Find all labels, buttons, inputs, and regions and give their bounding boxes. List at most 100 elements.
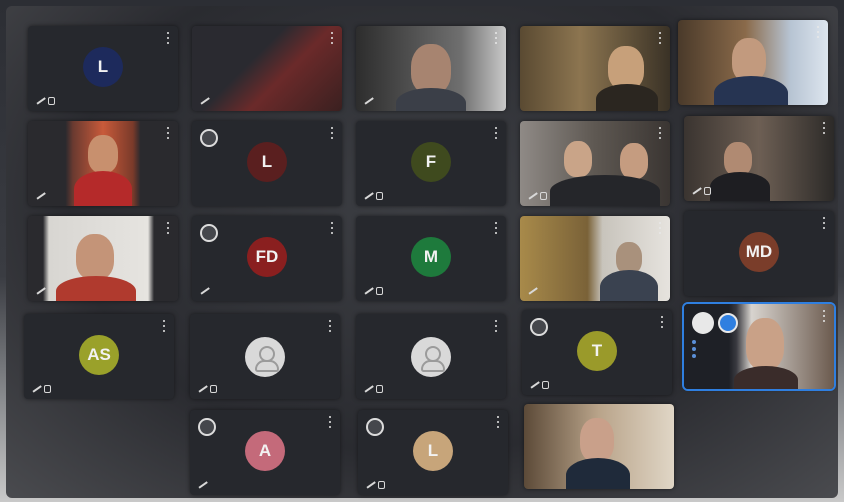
mic-off-icon — [36, 191, 58, 200]
more-vert-icon[interactable] — [658, 222, 662, 234]
participant-video-tile[interactable] — [678, 20, 828, 105]
participant-face — [88, 135, 118, 173]
participant-body — [396, 88, 466, 111]
participant-video-tile[interactable] — [684, 116, 834, 201]
participant-face — [724, 142, 752, 176]
audio-level-icon — [692, 340, 696, 358]
participant-body — [734, 366, 798, 389]
avatar: L — [83, 46, 123, 87]
presenting-icon — [198, 418, 216, 436]
mic-off-icon — [528, 286, 550, 295]
participant-tile[interactable]: A — [190, 410, 340, 495]
participant-face — [620, 143, 648, 179]
mic-off-icon — [200, 286, 222, 295]
avatar: F — [411, 141, 451, 182]
more-vert-icon[interactable] — [330, 32, 334, 44]
participant-body — [550, 175, 660, 206]
mic-off-icon — [528, 191, 550, 200]
participant-tile[interactable]: F — [356, 121, 506, 206]
more-vert-icon[interactable] — [330, 222, 334, 234]
more-vert-icon[interactable] — [166, 127, 170, 139]
mic-off-icon — [364, 191, 386, 200]
meeting-grid: L L F FD M MD AS T A L — [6, 6, 838, 498]
participant-tile[interactable]: T — [522, 310, 672, 395]
mic-off-icon — [530, 380, 552, 389]
more-vert-icon[interactable] — [494, 320, 498, 332]
participant-body — [600, 270, 658, 301]
participant-body — [710, 172, 770, 201]
participant-tile[interactable]: L — [28, 26, 178, 111]
pin-icon[interactable] — [718, 313, 738, 333]
more-vert-icon[interactable] — [494, 127, 498, 139]
mic-off-icon — [364, 384, 386, 393]
participant-tile[interactable] — [356, 314, 506, 399]
more-vert-icon[interactable] — [658, 127, 662, 139]
mic-off-icon — [198, 480, 220, 489]
more-vert-icon[interactable] — [660, 316, 664, 328]
avatar: L — [247, 141, 287, 182]
participant-face — [746, 318, 784, 370]
participant-body — [74, 171, 132, 206]
more-vert-icon[interactable] — [330, 127, 334, 139]
avatar: M — [411, 236, 451, 277]
participant-video-tile[interactable] — [356, 26, 506, 111]
participant-video-tile[interactable] — [28, 121, 178, 206]
more-vert-icon[interactable] — [494, 32, 498, 44]
mic-off-icon — [364, 286, 386, 295]
avatar — [692, 312, 714, 334]
more-vert-icon[interactable] — [166, 222, 170, 234]
person-icon — [245, 336, 285, 377]
more-vert-icon[interactable] — [822, 122, 826, 134]
participant-body — [56, 276, 136, 301]
presenting-icon — [200, 129, 218, 147]
presenting-icon — [366, 418, 384, 436]
mic-off-icon — [36, 96, 58, 105]
participant-face — [411, 44, 451, 94]
avatar: AS — [79, 334, 119, 375]
mic-off-icon — [364, 96, 386, 105]
participant-face — [564, 141, 592, 177]
participant-tile[interactable] — [190, 314, 340, 399]
more-vert-icon[interactable] — [328, 416, 332, 428]
person-icon — [411, 336, 451, 377]
mic-off-icon — [198, 384, 220, 393]
presenting-icon — [200, 224, 218, 242]
participant-tile[interactable]: L — [192, 121, 342, 206]
more-vert-icon[interactable] — [822, 217, 826, 229]
presenting-icon — [530, 318, 548, 336]
more-vert-icon[interactable] — [166, 32, 170, 44]
participant-video-tile[interactable] — [192, 26, 342, 111]
participant-video-tile[interactable] — [28, 216, 178, 301]
participant-video-tile[interactable] — [524, 404, 674, 489]
avatar: L — [413, 430, 453, 471]
mic-off-icon — [692, 186, 714, 195]
more-vert-icon[interactable] — [494, 222, 498, 234]
participant-body — [596, 84, 658, 111]
avatar: A — [245, 430, 285, 471]
mic-off-icon — [36, 286, 58, 295]
mic-off-icon — [366, 480, 388, 489]
participant-video-tile[interactable] — [520, 216, 670, 301]
mic-off-icon — [200, 96, 222, 105]
more-vert-icon[interactable] — [816, 26, 820, 38]
participant-tile[interactable]: AS — [24, 314, 174, 399]
participant-face — [76, 234, 114, 280]
participant-video-tile[interactable] — [520, 26, 670, 111]
participant-body — [714, 76, 788, 105]
avatar: FD — [247, 236, 287, 277]
avatar: T — [577, 330, 617, 371]
more-vert-icon[interactable] — [496, 416, 500, 428]
participant-tile[interactable]: MD — [684, 211, 834, 296]
participant-body — [566, 458, 630, 489]
participant-tile[interactable]: L — [358, 410, 508, 495]
participant-video-tile[interactable] — [520, 121, 670, 206]
participant-tile[interactable]: FD — [192, 216, 342, 301]
mic-off-icon — [32, 384, 54, 393]
more-vert-icon[interactable] — [328, 320, 332, 332]
more-vert-icon[interactable] — [822, 310, 826, 322]
self-view-tile[interactable] — [682, 302, 836, 391]
more-vert-icon[interactable] — [658, 32, 662, 44]
more-vert-icon[interactable] — [162, 320, 166, 332]
participant-tile[interactable]: M — [356, 216, 506, 301]
avatar: MD — [739, 231, 779, 272]
